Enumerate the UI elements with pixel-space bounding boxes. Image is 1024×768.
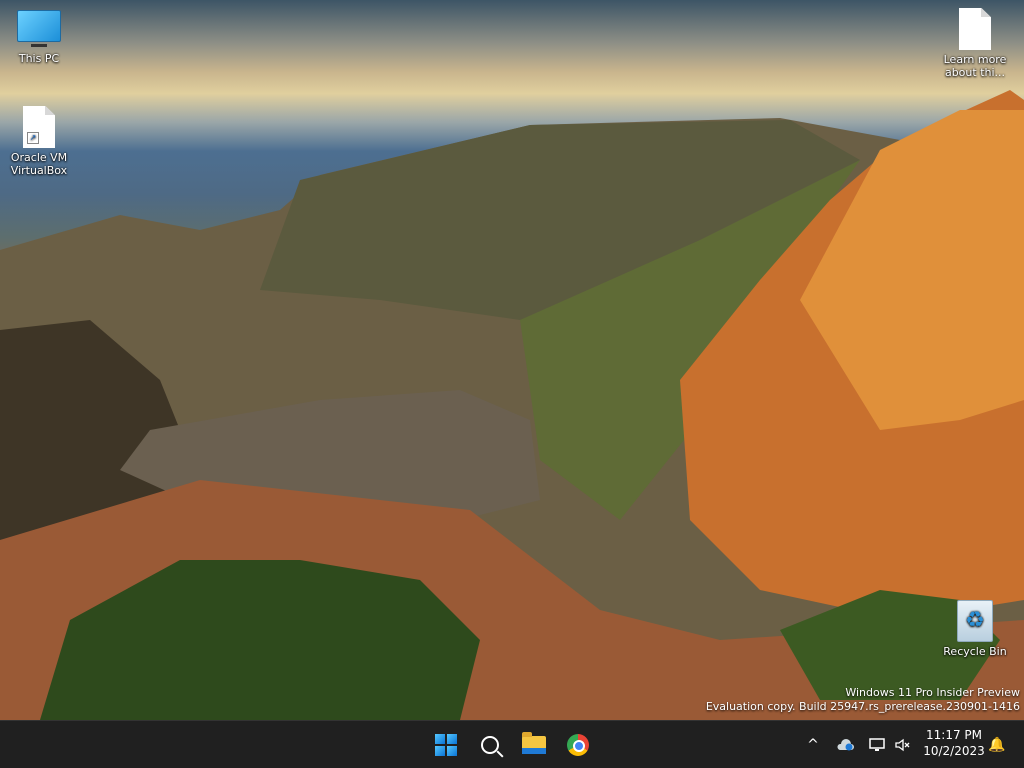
volume-tray-button[interactable]: [892, 721, 914, 768]
show-hidden-icons-button[interactable]: ^: [802, 721, 824, 768]
desktop-icon-learn-more[interactable]: Learn more about thi...: [937, 8, 1013, 79]
desktop-icon-label: Recycle Bin: [943, 645, 1007, 658]
chrome-button[interactable]: [562, 729, 594, 761]
search-icon: [481, 736, 499, 754]
start-button[interactable]: [430, 729, 462, 761]
desktop-icon-label: Oracle VM VirtualBox: [10, 151, 68, 177]
search-button[interactable]: [474, 729, 506, 761]
file-icon: [959, 8, 991, 50]
evaluation-watermark: Windows 11 Pro Insider Preview Evaluatio…: [706, 686, 1020, 714]
chevron-up-icon: ^: [807, 736, 819, 753]
clock-time: 11:17 PM: [926, 728, 982, 742]
desktop-wallpaper: This PC ↗ Oracle VM VirtualBox Learn mor…: [0, 0, 1024, 720]
chrome-icon: [567, 734, 589, 756]
onedrive-tray-button[interactable]: [834, 721, 856, 768]
watermark-line-build: Evaluation copy. Build 25947.rs_prerelea…: [705, 700, 1020, 713]
folder-icon: [522, 732, 546, 754]
desktop-icon-recycle-bin[interactable]: ♻ Recycle Bin: [937, 600, 1013, 658]
desktop-icon-label: Learn more about thi...: [943, 53, 1007, 79]
network-tray-button[interactable]: [866, 721, 888, 768]
shortcut-file-icon: ↗: [23, 106, 55, 148]
desktop-icon-oracle-vm-virtualbox[interactable]: ↗ Oracle VM VirtualBox: [1, 106, 77, 177]
watermark-line-edition: Windows 11 Pro Insider Preview: [845, 686, 1020, 699]
taskbar: ^ 11:17 PM 10/2/2023 🔔: [0, 720, 1024, 768]
wallpaper-mountains: [0, 90, 1024, 720]
network-icon: [869, 737, 885, 751]
notifications-button[interactable]: 🔔: [986, 721, 1008, 768]
volume-muted-icon: [895, 738, 910, 751]
desktop-icon-this-pc[interactable]: This PC: [1, 10, 77, 65]
recycle-bin-icon: ♻: [957, 600, 993, 642]
desktop-icon-label: This PC: [18, 52, 60, 65]
shortcut-arrow-icon: ↗: [27, 132, 39, 144]
file-explorer-button[interactable]: [518, 729, 550, 761]
cloud-icon: [837, 738, 854, 750]
windows-start-icon: [435, 734, 457, 756]
clock-button[interactable]: 11:17 PM 10/2/2023: [918, 727, 990, 759]
clock-date: 10/2/2023: [923, 744, 985, 758]
monitor-icon: [17, 10, 61, 47]
bell-icon: 🔔: [988, 736, 1006, 753]
